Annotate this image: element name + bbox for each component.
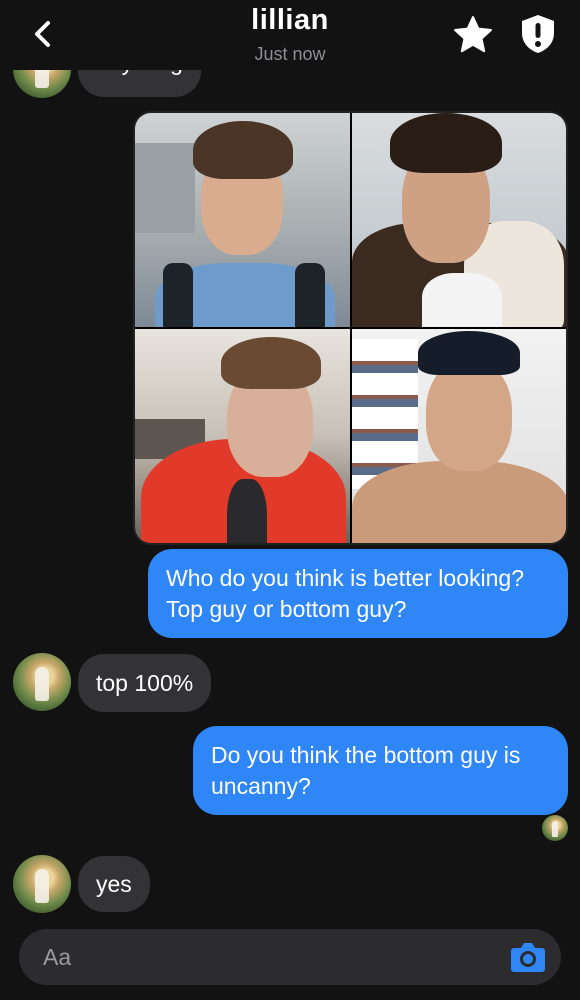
message-composer (19, 929, 561, 985)
message-text: top 100% (96, 670, 194, 696)
message-text: yes (96, 871, 132, 897)
message-text: Who do you think is better looking? Top … (166, 565, 524, 622)
camera-button[interactable] (509, 939, 547, 975)
read-receipt-avatar (542, 815, 568, 841)
photo-bottom-left[interactable] (135, 329, 350, 543)
star-icon (454, 16, 492, 53)
message-input[interactable] (43, 929, 483, 985)
photo-top-left[interactable] (135, 113, 350, 327)
message-outgoing[interactable]: Who do you think is better looking? Top … (148, 549, 568, 638)
contact-avatar[interactable] (13, 855, 71, 913)
camera-icon (511, 943, 545, 972)
photo-bottom-right[interactable] (351, 329, 566, 543)
chat-header: lillian Just now (0, 0, 580, 70)
safety-button[interactable] (518, 13, 558, 55)
message-incoming[interactable]: yes (78, 856, 150, 912)
message-text: Do you think the bottom guy is uncanny? (211, 742, 521, 799)
contact-avatar[interactable] (13, 653, 71, 711)
star-button[interactable] (452, 14, 494, 56)
photo-grid-message[interactable] (133, 111, 568, 545)
photo-top-right[interactable] (351, 113, 566, 327)
message-incoming[interactable]: top 100% (78, 654, 212, 712)
shield-alert-icon (522, 15, 554, 53)
message-outgoing[interactable]: Do you think the bottom guy is uncanny? (193, 726, 568, 815)
